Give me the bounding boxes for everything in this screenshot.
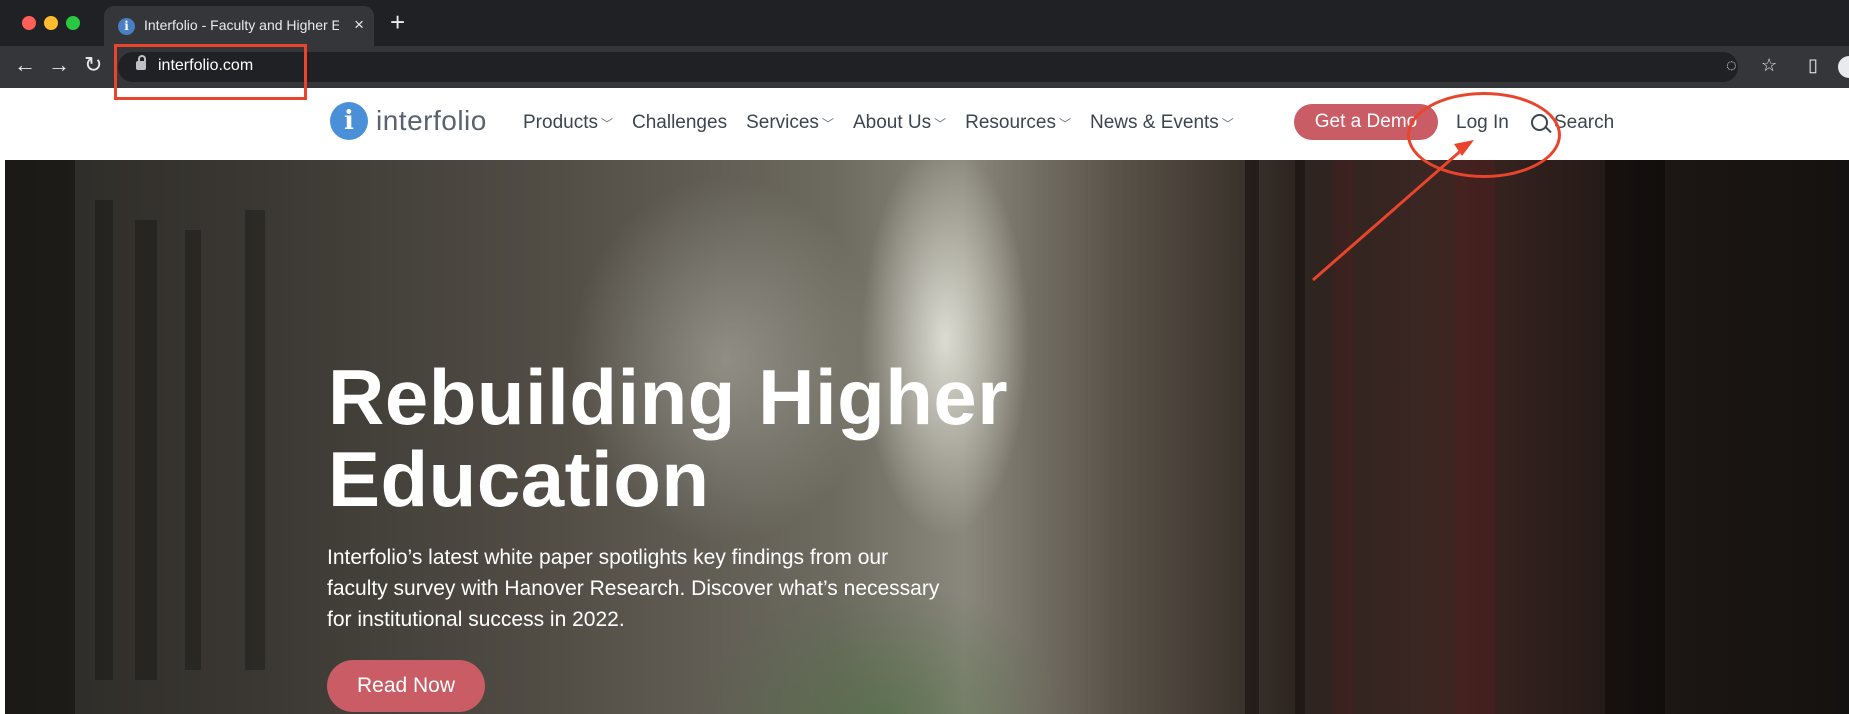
annotation-arrow	[1312, 140, 1474, 282]
